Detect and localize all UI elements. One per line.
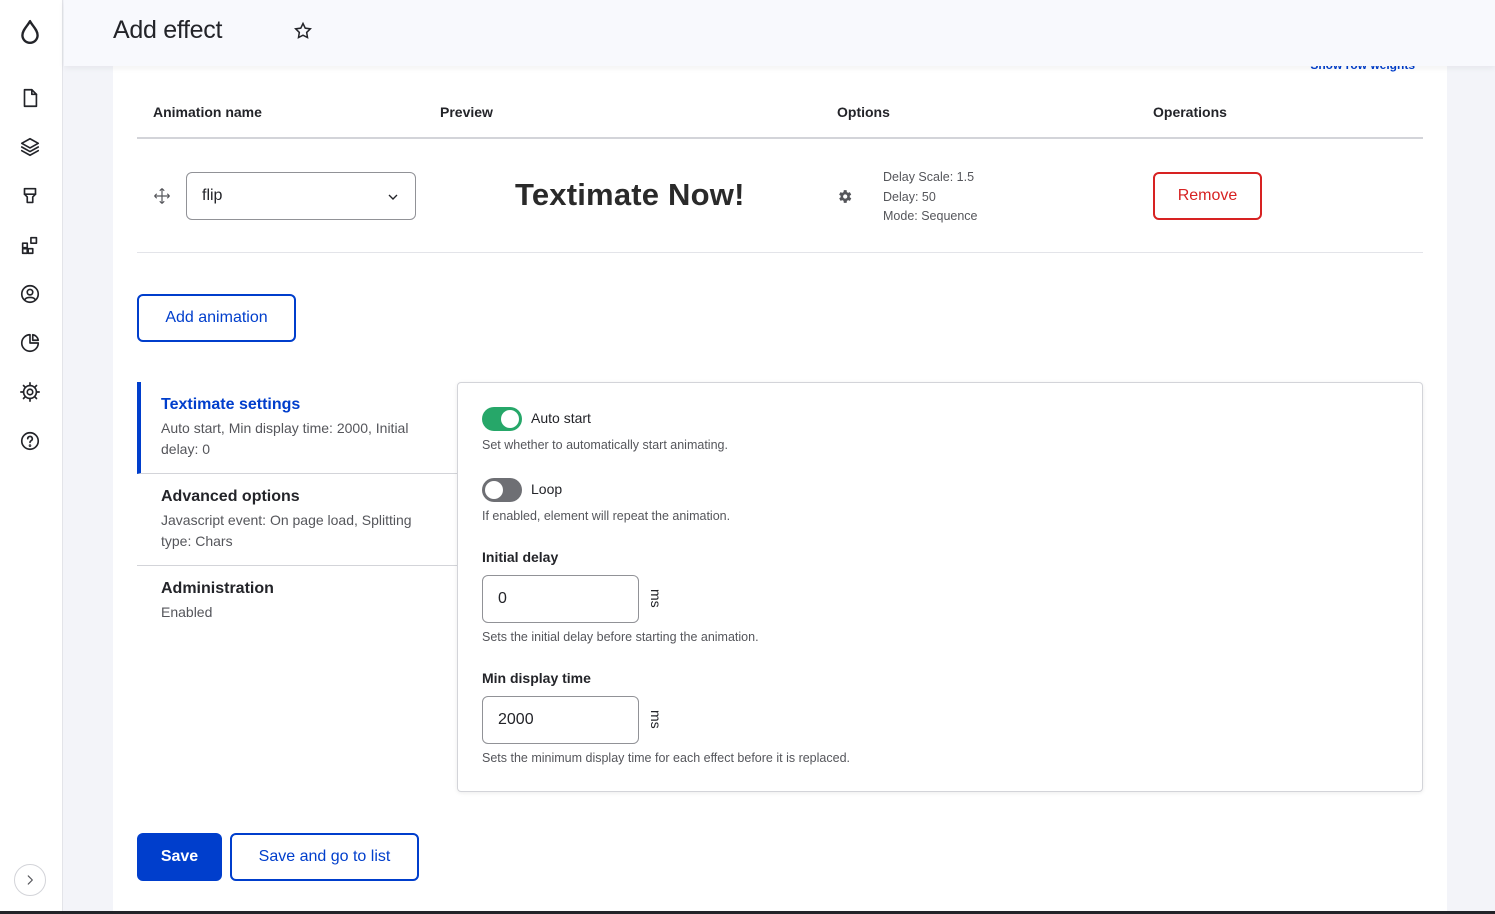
- option-mode: Mode: Sequence: [883, 209, 978, 223]
- min-display-time-suffix: ms: [648, 710, 664, 729]
- tab-administration[interactable]: Administration Enabled: [137, 566, 458, 636]
- column-operations: Operations: [1153, 104, 1227, 120]
- loop-toggle[interactable]: [482, 478, 522, 502]
- loop-label: Loop: [531, 481, 563, 497]
- initial-delay-value: 0: [498, 590, 507, 607]
- column-options: Options: [837, 104, 890, 120]
- save-and-go-to-list-button[interactable]: Save and go to list: [230, 833, 419, 881]
- animation-select-value: flip: [202, 187, 223, 204]
- tab-summary: Auto start, Min display time: 2000, Init…: [161, 420, 409, 457]
- effect-form: Show row weights Animation name Preview …: [113, 58, 1447, 914]
- expand-toolbar-button[interactable]: [14, 864, 46, 896]
- tab-textimate-settings[interactable]: Textimate settings Auto start, Min displ…: [137, 382, 458, 474]
- options-summary: Delay Scale: 1.5 Delay: 50 Mode: Sequenc…: [883, 168, 978, 227]
- animation-preview: Textimate Now!: [515, 177, 745, 212]
- animations-table-header: Animation name Preview Options Operation…: [137, 94, 1423, 139]
- page-header: Add effect: [64, 0, 1495, 66]
- auto-start-description: Set whether to automatically start anima…: [482, 438, 728, 452]
- loop-description: If enabled, element will repeat the anim…: [482, 509, 731, 523]
- textimate-settings-panel: Auto start Set whether to automatically …: [457, 382, 1423, 792]
- reports-icon[interactable]: [16, 329, 44, 357]
- options-gear-icon[interactable]: [836, 188, 853, 205]
- help-icon[interactable]: [16, 427, 44, 455]
- option-delay: Delay: 50: [883, 189, 936, 204]
- structure-icon[interactable]: [16, 133, 44, 161]
- initial-delay-description: Sets the initial delay before starting t…: [482, 630, 759, 644]
- initial-delay-label: Initial delay: [482, 549, 559, 565]
- initial-delay-input[interactable]: 0: [482, 575, 639, 623]
- configuration-gear-icon[interactable]: [16, 378, 44, 406]
- tab-advanced-options[interactable]: Advanced options Javascript event: On pa…: [137, 474, 458, 566]
- drag-handle-icon[interactable]: [153, 187, 171, 205]
- initial-delay-suffix: ms: [648, 589, 664, 608]
- column-animation-name: Animation name: [153, 104, 262, 120]
- chevron-down-icon: [385, 189, 401, 205]
- initial-delay-field: Initial delay 0 ms Sets the initial dela…: [482, 549, 759, 644]
- admin-toolbar: [0, 0, 63, 914]
- tab-summary: Javascript event: On page load, Splittin…: [161, 512, 412, 549]
- column-preview: Preview: [440, 104, 493, 120]
- animation-select[interactable]: flip: [186, 172, 416, 220]
- people-icon[interactable]: [16, 280, 44, 308]
- add-animation-button[interactable]: Add animation: [137, 294, 296, 342]
- table-row: flip Textimate Now! Delay Scale: 1.5 Del…: [137, 139, 1423, 253]
- tab-title: Advanced options: [161, 488, 300, 505]
- remove-button[interactable]: Remove: [1153, 172, 1262, 220]
- auto-start-toggle[interactable]: [482, 407, 522, 431]
- page-title: Add effect: [113, 16, 223, 44]
- tab-summary: Enabled: [161, 604, 213, 620]
- content-icon[interactable]: [16, 84, 44, 112]
- min-display-time-value: 2000: [498, 711, 534, 728]
- extend-icon[interactable]: [16, 231, 44, 259]
- chevron-right-icon: [27, 875, 33, 885]
- vertical-tabs: Textimate settings Auto start, Min displ…: [137, 382, 1423, 792]
- min-display-time-description: Sets the minimum display time for each e…: [482, 751, 850, 765]
- min-display-time-label: Min display time: [482, 670, 591, 686]
- drupal-logo-icon[interactable]: [16, 18, 44, 46]
- auto-start-label: Auto start: [531, 410, 591, 426]
- save-button[interactable]: Save: [137, 833, 222, 881]
- option-delay-scale: Delay Scale: 1.5: [883, 170, 975, 184]
- tab-title: Textimate settings: [161, 396, 301, 413]
- min-display-time-field: Min display time 2000 ms Sets the minimu…: [482, 670, 850, 765]
- favorite-star-icon[interactable]: [293, 21, 313, 41]
- min-display-time-input[interactable]: 2000: [482, 696, 639, 744]
- tab-title: Administration: [161, 580, 274, 597]
- appearance-icon[interactable]: [16, 182, 44, 210]
